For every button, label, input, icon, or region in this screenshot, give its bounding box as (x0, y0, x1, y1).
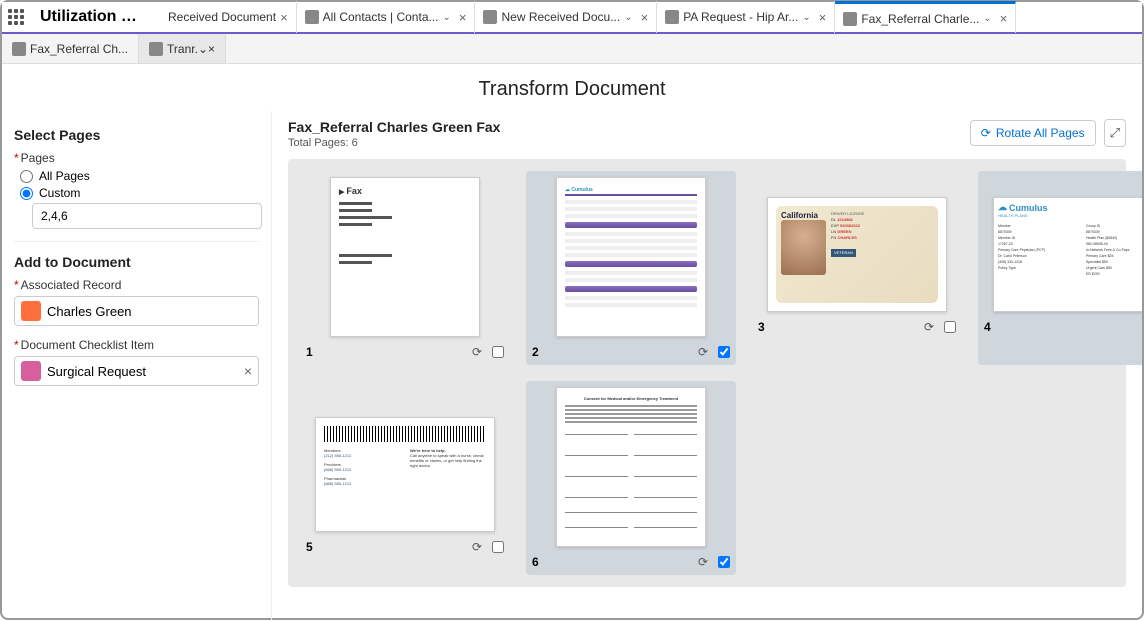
page-thumbnail-4[interactable]: Cumulus HEALTH PLANS MemberGroup ID 8875… (978, 171, 1142, 365)
document-icon (149, 42, 163, 56)
page-number: 3 (758, 320, 765, 334)
thumb-driver-license: California DRIVER LICENSE DL 1234568 EXP… (767, 197, 947, 312)
document-icon (12, 42, 26, 56)
primary-tab-bar: Utilization Manage... Received Document … (2, 2, 1142, 34)
page-select-checkbox[interactable] (492, 346, 504, 358)
tab-all-contacts[interactable]: All Contacts | Conta... ⌄ × (297, 1, 476, 33)
page-number: 1 (306, 345, 313, 359)
associated-record-label: Associated Record (14, 278, 259, 292)
page-grid: Fax 1 ⟳ ☁ Cumulus (288, 159, 1126, 587)
rotate-icon[interactable]: ⟳ (924, 320, 934, 334)
chevron-down-icon[interactable]: ⌄ (802, 12, 810, 23)
close-icon[interactable]: × (244, 363, 252, 379)
page-thumbnail-6[interactable]: Consent for Medical and/or Emergency Tre… (526, 381, 736, 575)
chevron-down-icon[interactable]: ⌄ (443, 12, 451, 23)
associated-record-pill[interactable]: Charles Green (14, 296, 259, 326)
page-number: 4 (984, 320, 991, 334)
tab-new-received-doc[interactable]: New Received Docu... ⌄ × (475, 1, 657, 33)
document-icon (665, 10, 679, 24)
document-icon (843, 12, 857, 26)
page-thumbnail-1[interactable]: Fax 1 ⟳ (300, 171, 510, 365)
checklist-label: Document Checklist Item (14, 338, 259, 352)
checklist-item-pill[interactable]: Surgical Request × (14, 356, 259, 386)
pages-label: Pages (14, 151, 259, 165)
close-icon[interactable]: × (208, 42, 215, 56)
page-title: Transform Document (2, 64, 1142, 111)
chevron-down-icon[interactable]: ⌄ (624, 12, 632, 23)
close-icon[interactable]: × (459, 10, 467, 25)
subtab-transform[interactable]: Tranr. ⌄ × (139, 34, 226, 63)
rotate-icon: ⟳ (981, 126, 991, 140)
total-pages-label: Total Pages: 6 (288, 137, 500, 149)
radio-all-pages[interactable]: All Pages (20, 169, 259, 183)
page-select-checkbox[interactable] (492, 541, 504, 553)
app-name: Utilization Manage... (30, 8, 160, 26)
contacts-icon (305, 10, 319, 24)
page-select-checkbox[interactable] (718, 556, 730, 568)
sidebar: Select Pages Pages All Pages Custom Add … (2, 111, 272, 621)
tab-pa-request[interactable]: PA Request - Hip Ar... ⌄ × (657, 1, 835, 33)
app-launcher-icon[interactable] (2, 3, 30, 31)
page-select-checkbox[interactable] (944, 321, 956, 333)
page-number: 2 (532, 345, 539, 359)
thumb-rx-card: Members (212) 555-1212 Providers (888) 5… (315, 417, 495, 532)
radio-custom[interactable]: Custom (20, 186, 259, 200)
page-number: 5 (306, 540, 313, 554)
rotate-icon[interactable]: ⟳ (472, 540, 482, 554)
rotate-all-pages-button[interactable]: ⟳ Rotate All Pages (970, 120, 1096, 146)
page-thumbnail-3[interactable]: California DRIVER LICENSE DL 1234568 EXP… (752, 171, 962, 365)
tab-received-document[interactable]: Received Document × (160, 1, 297, 33)
content-area: Fax_Referral Charles Green Fax Total Pag… (272, 111, 1142, 621)
chevron-down-icon[interactable]: ⌄ (983, 13, 991, 24)
document-title: Fax_Referral Charles Green Fax (288, 119, 500, 135)
page-thumbnail-5[interactable]: Members (212) 555-1212 Providers (888) 5… (300, 381, 510, 575)
thumb-referral-form: ☁ Cumulus (556, 177, 706, 337)
page-select-checkbox[interactable] (718, 346, 730, 358)
checklist-icon (21, 361, 41, 381)
close-icon[interactable]: × (819, 10, 827, 25)
thumb-fax-cover: Fax (330, 177, 480, 337)
tab-fax-referral[interactable]: Fax_Referral Charle... ⌄ × (835, 1, 1016, 33)
page-thumbnail-2[interactable]: ☁ Cumulus 2 ⟳ (526, 171, 736, 365)
rotate-icon[interactable]: ⟳ (472, 345, 482, 359)
rotate-icon[interactable]: ⟳ (698, 345, 708, 359)
chevron-down-icon[interactable]: ⌄ (198, 42, 208, 56)
custom-pages-input[interactable] (32, 203, 262, 229)
account-icon (21, 301, 41, 321)
thumb-consent-form: Consent for Medical and/or Emergency Tre… (556, 387, 706, 547)
expand-icon[interactable]: ⤢ (1104, 119, 1126, 147)
document-icon (483, 10, 497, 24)
thumb-insurance-card: Cumulus HEALTH PLANS MemberGroup ID 8875… (993, 197, 1142, 312)
rotate-icon[interactable]: ⟳ (698, 555, 708, 569)
close-icon[interactable]: × (641, 10, 649, 25)
add-to-document-heading: Add to Document (14, 254, 259, 270)
subtab-fax-referral[interactable]: Fax_Referral Ch... (2, 34, 139, 63)
select-pages-heading: Select Pages (14, 127, 259, 143)
close-icon[interactable]: × (280, 10, 288, 25)
sub-tab-bar: Fax_Referral Ch... Tranr. ⌄ × (2, 34, 1142, 64)
page-number: 6 (532, 555, 539, 569)
close-icon[interactable]: × (1000, 11, 1008, 26)
